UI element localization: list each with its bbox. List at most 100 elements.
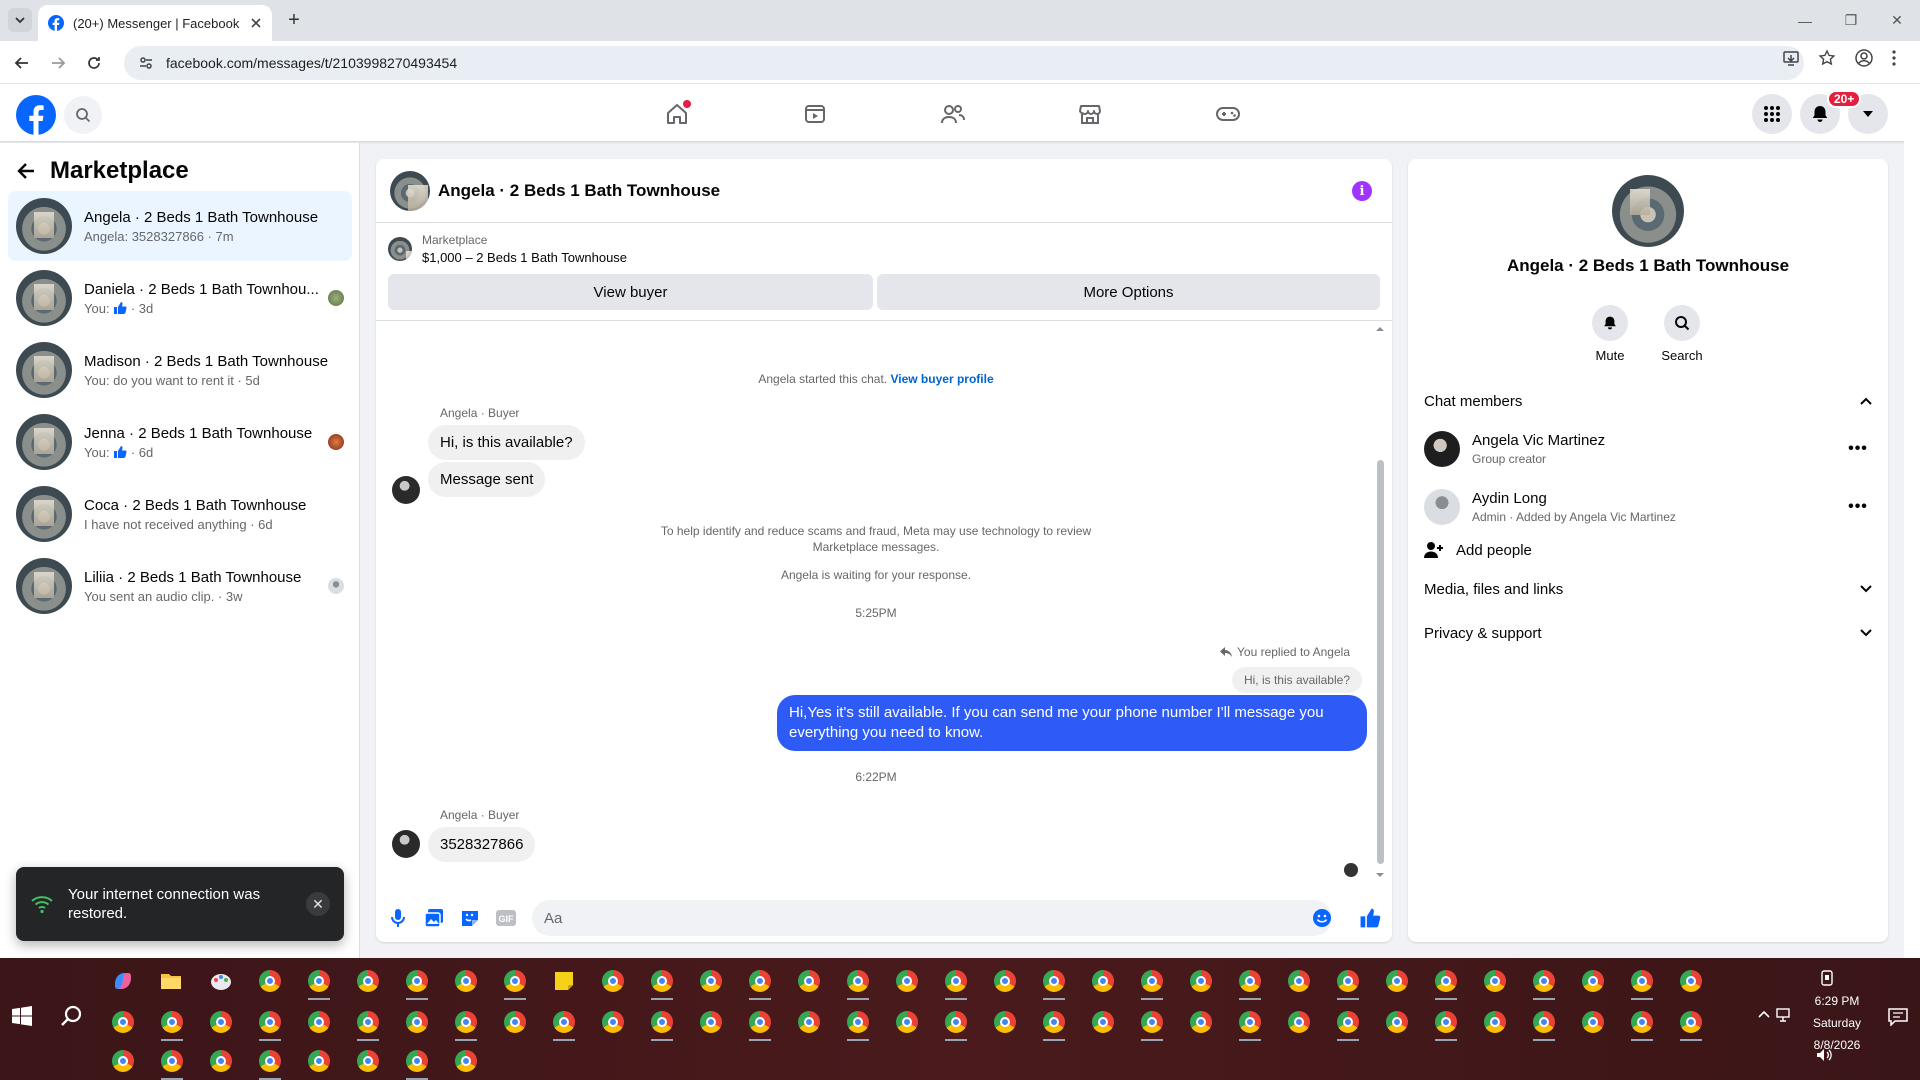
member-item[interactable]: Angela Vic Martinez Group creator •••: [1424, 422, 1872, 476]
chrome-app-icon[interactable]: [206, 1046, 236, 1076]
chat-scrollbar[interactable]: [1375, 325, 1385, 881]
chrome-app-icon[interactable]: [1333, 1007, 1363, 1041]
conversation-item[interactable]: Liliia · 2 Beds 1 Bath Townhouse You sen…: [8, 551, 352, 621]
notification-center-icon[interactable]: [1888, 1008, 1908, 1026]
sender-avatar[interactable]: [392, 476, 420, 504]
chat-avatar[interactable]: [390, 170, 430, 211]
page-scrollbar[interactable]: [1904, 84, 1920, 958]
scroll-up-icon[interactable]: [1375, 325, 1385, 333]
conversation-avatar[interactable]: [1612, 175, 1684, 247]
chrome-app-icon[interactable]: [1137, 966, 1167, 1000]
chrome-app-icon[interactable]: [990, 1007, 1020, 1037]
chrome-app-icon[interactable]: [892, 1007, 922, 1037]
chrome-app-icon[interactable]: [1333, 966, 1363, 1000]
taskbar-search-icon[interactable]: [60, 1004, 86, 1030]
chrome-app-icon[interactable]: [1627, 1007, 1657, 1041]
chrome-app-icon[interactable]: [990, 966, 1020, 996]
back-button[interactable]: [8, 49, 36, 77]
chrome-app-icon[interactable]: [941, 1007, 971, 1041]
chrome-app-icon[interactable]: [1284, 1007, 1314, 1037]
chrome-app-icon[interactable]: [1284, 966, 1314, 996]
chrome-app-icon[interactable]: [1529, 966, 1559, 1000]
send-like-button[interactable]: [1358, 906, 1382, 930]
marketplace-listing-card[interactable]: Marketplace $1,000 – 2 Beds 1 Bath Townh…: [388, 233, 627, 265]
forward-button[interactable]: [44, 49, 72, 77]
chrome-app-icon[interactable]: [402, 966, 432, 1000]
nav-home[interactable]: [657, 94, 697, 134]
file-explorer-icon[interactable]: [156, 966, 186, 996]
emoji-icon[interactable]: [1312, 908, 1332, 928]
paint-app-icon[interactable]: [206, 966, 236, 996]
chrome-app-icon[interactable]: [353, 1046, 383, 1076]
chrome-app-icon[interactable]: [1382, 966, 1412, 996]
chrome-app-icon[interactable]: [892, 966, 922, 996]
chrome-app-icon[interactable]: [1088, 966, 1118, 996]
chrome-app-icon[interactable]: [1676, 1007, 1706, 1041]
incoming-message[interactable]: 3528327866: [428, 827, 536, 862]
new-tab-button[interactable]: +: [282, 8, 306, 32]
chat-title[interactable]: Angela · 2 Beds 1 Bath Townhouse: [438, 181, 720, 201]
chrome-app-icon[interactable]: [1480, 1007, 1510, 1037]
chrome-app-icon[interactable]: [1039, 966, 1069, 1000]
voice-clip-button[interactable]: [386, 906, 410, 930]
conversation-item[interactable]: Jenna · 2 Beds 1 Bath Townhouse You: · 6…: [8, 407, 352, 477]
chrome-app-icon[interactable]: [794, 1007, 824, 1037]
restore-button[interactable]: ❐: [1828, 0, 1874, 41]
chrome-app-icon[interactable]: [1186, 966, 1216, 996]
address-bar[interactable]: facebook.com/messages/t/2103998270493454: [124, 46, 1804, 80]
conversation-item[interactable]: Coca · 2 Beds 1 Bath Townhouse I have no…: [8, 479, 352, 549]
sticky-notes-icon[interactable]: [549, 966, 579, 996]
chevron-up-icon[interactable]: [1758, 1010, 1770, 1018]
profile-icon[interactable]: [1854, 48, 1874, 68]
chrome-app-icon[interactable]: [647, 1007, 677, 1041]
mute-button[interactable]: Mute: [1580, 305, 1640, 363]
sticker-button[interactable]: [458, 906, 482, 930]
nav-friends[interactable]: [933, 94, 973, 134]
chrome-app-icon[interactable]: [745, 1007, 775, 1041]
chrome-app-icon[interactable]: [1627, 966, 1657, 1000]
tab-search-dropdown[interactable]: [8, 8, 32, 32]
bookmark-star-icon[interactable]: [1818, 49, 1836, 67]
chrome-app-icon[interactable]: [1431, 1007, 1461, 1041]
chrome-app-icon[interactable]: [108, 1046, 138, 1076]
chrome-app-icon[interactable]: [843, 1007, 873, 1041]
taskbar-clock[interactable]: 6:29 PM Saturday 8/8/2026: [1792, 990, 1882, 1056]
chrome-app-icon[interactable]: [1186, 1007, 1216, 1037]
facebook-logo-icon[interactable]: [16, 95, 56, 135]
chrome-app-icon[interactable]: [500, 1007, 530, 1037]
chrome-app-icon[interactable]: [647, 966, 677, 1000]
facebook-search-button[interactable]: [64, 96, 102, 134]
install-app-icon[interactable]: [1782, 49, 1800, 67]
browser-menu-icon[interactable]: [1892, 50, 1896, 66]
chrome-app-icon[interactable]: [1039, 1007, 1069, 1041]
back-arrow-icon[interactable]: [16, 161, 36, 181]
incoming-message[interactable]: Hi, is this available?: [428, 425, 585, 460]
chrome-app-icon[interactable]: [500, 966, 530, 1000]
network-icon[interactable]: [1776, 1008, 1792, 1022]
chrome-app-icon[interactable]: [794, 966, 824, 996]
chrome-app-icon[interactable]: [157, 1046, 187, 1080]
chrome-app-icon[interactable]: [206, 1007, 236, 1037]
close-window-button[interactable]: ✕: [1874, 0, 1920, 41]
site-settings-icon[interactable]: [138, 55, 154, 71]
reload-button[interactable]: [80, 49, 108, 77]
chrome-app-icon[interactable]: [255, 1007, 285, 1041]
chrome-app-icon[interactable]: [108, 1007, 138, 1037]
chrome-app-icon[interactable]: [598, 966, 628, 996]
privacy-support-section-toggle[interactable]: Privacy & support: [1424, 615, 1872, 651]
chat-members-section-toggle[interactable]: Chat members: [1424, 383, 1872, 419]
chrome-app-icon[interactable]: [1431, 966, 1461, 1000]
view-buyer-profile-link[interactable]: View buyer profile: [890, 372, 993, 386]
conversation-item[interactable]: Daniela · 2 Beds 1 Bath Townhou... You: …: [8, 263, 352, 333]
chrome-app-icon[interactable]: [843, 966, 873, 1000]
nav-gaming[interactable]: [1208, 94, 1248, 134]
chrome-app-icon[interactable]: [353, 1007, 383, 1041]
outgoing-message[interactable]: Hi,Yes it's still available. If you can …: [777, 695, 1367, 751]
more-options-icon[interactable]: •••: [1844, 493, 1872, 521]
conversation-item[interactable]: Angela · 2 Beds 1 Bath Townhouse Angela:…: [8, 191, 352, 261]
quoted-message[interactable]: Hi, is this available?: [1231, 667, 1362, 693]
chrome-app-icon[interactable]: [598, 1007, 628, 1037]
chrome-app-icon[interactable]: [745, 966, 775, 1000]
scroll-thumb[interactable]: [1377, 460, 1384, 864]
member-item[interactable]: Aydin Long Admin · Added by Angela Vic M…: [1424, 480, 1872, 534]
